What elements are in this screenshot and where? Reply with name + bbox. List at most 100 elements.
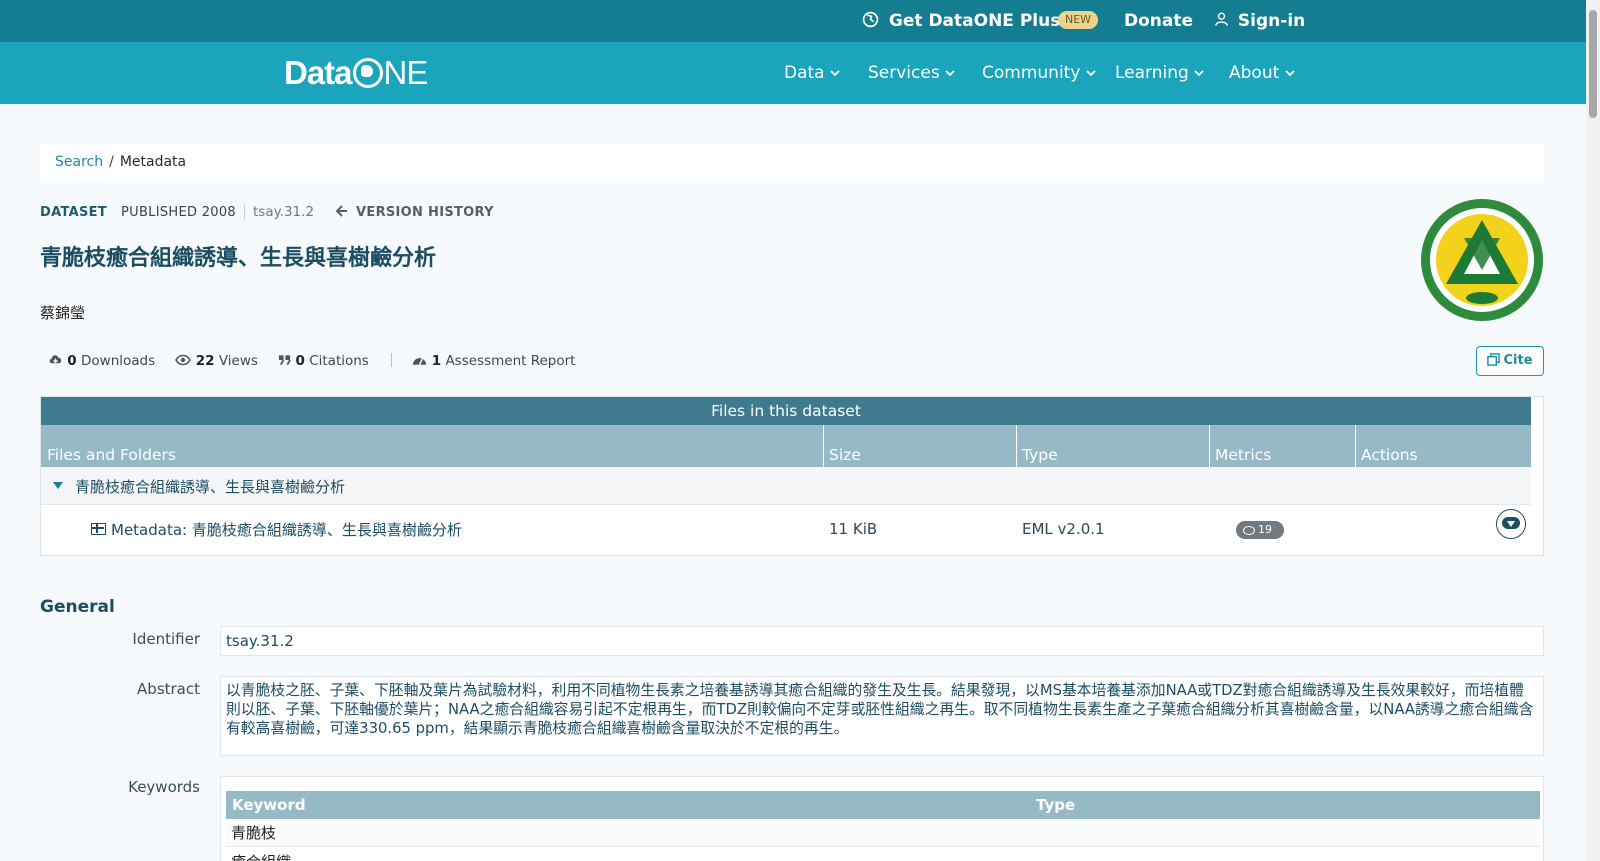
views-count: 22 [195, 353, 215, 369]
col-size[interactable]: Size [829, 446, 861, 464]
nav-data-label: Data [784, 63, 825, 83]
download-button[interactable] [1496, 509, 1526, 539]
chevron-down-icon [1285, 70, 1295, 77]
cloud-download-icon [49, 355, 62, 364]
dataset-title: 青脆枝癒合組織誘導、生長與喜樹鹼分析 [40, 246, 437, 271]
new-badge: NEW [1058, 11, 1099, 29]
dataset-author[interactable]: 蔡錦瑩 [40, 302, 85, 323]
general-heading: General [40, 597, 115, 617]
globe-icon [862, 11, 879, 28]
user-icon [1215, 12, 1228, 26]
page-scrollbar[interactable] [1586, 0, 1600, 861]
dataone-logo[interactable]: Data NE [284, 54, 429, 92]
assessment-count: 1 [431, 353, 442, 369]
breadcrumb-current: Metadata [119, 154, 187, 170]
dataset-stats: 0 Downloads 22 Views 0 Citations 1 Asses… [48, 352, 591, 370]
folder-row[interactable]: 青脆枝癒合組織誘導、生長與喜樹鹼分析 [41, 467, 1531, 505]
column-divider [1016, 425, 1017, 467]
stats-divider [391, 353, 393, 367]
chevron-down-icon [1194, 70, 1204, 77]
views-label: Views [218, 353, 258, 369]
citations-stat: 0 Citations [278, 352, 369, 370]
chevron-down-icon [1086, 70, 1096, 77]
nav-services[interactable]: Services [868, 42, 955, 104]
files-table: Files in this dataset Files and Folders … [40, 396, 1544, 556]
logo-text-prefix: Data [284, 54, 353, 91]
version-history-link[interactable]: VERSION HISTORY [335, 205, 494, 221]
nav-about-label: About [1229, 63, 1280, 83]
dataset-type-label: DATASET [40, 205, 107, 220]
downloads-count: 0 [67, 353, 77, 369]
keyword-column-header: Keyword [232, 796, 306, 814]
version-history-label: VERSION HISTORY [356, 205, 494, 220]
abstract-text: 以青脆枝之胚、子葉、下胚軸及葉片為試驗材料，利用不同植物生長素之培養基誘導其癒合… [220, 676, 1544, 756]
col-type[interactable]: Type [1022, 446, 1058, 464]
col-actions: Actions [1361, 446, 1418, 464]
table-row: Metadata: 青脆枝癒合組織誘導、生長與喜樹鹼分析 11 KiB EML … [41, 505, 1531, 555]
keywords-table: Keyword Type 青脆枝 癒合組織 [220, 776, 1544, 861]
nav-learning-label: Learning [1115, 63, 1189, 83]
column-divider [1355, 425, 1356, 467]
chevron-down-icon [945, 70, 955, 77]
col-metrics[interactable]: Metrics [1215, 446, 1271, 464]
top-bar: Get DataONE Plus NEW Donate Sign-in [0, 0, 1586, 42]
assessment-report-link[interactable]: 1 Assessment Report [412, 352, 575, 370]
assessment-label: Assessment Report [445, 353, 576, 369]
published-year: PUBLISHED 2008 [120, 205, 237, 220]
arrow-left-icon [335, 205, 348, 217]
file-views-badge: 19 [1236, 521, 1284, 539]
logo-text-suffix: NE [383, 54, 429, 91]
citations-count: 0 [295, 353, 305, 369]
logo-globe-icon [352, 58, 383, 88]
sign-in-label: Sign-in [1237, 11, 1306, 31]
dataset-meta-row: DATASET PUBLISHED 2008 tsay.31.2 VERSION HI… [40, 204, 494, 221]
taiwan-forestry-research-institute-seal [1421, 199, 1543, 321]
nav-community[interactable]: Community [982, 42, 1096, 104]
get-dataone-plus-link[interactable]: Get DataONE Plus [862, 0, 1079, 42]
nav-learning[interactable]: Learning [1115, 42, 1204, 104]
table-icon [91, 523, 106, 535]
caret-down-icon[interactable] [53, 482, 63, 489]
keywords-table-header: Keyword Type [226, 791, 1540, 819]
cite-button[interactable]: Cite [1476, 346, 1544, 376]
files-table-header: Files and Folders Size Type Metrics Acti… [41, 425, 1531, 467]
files-table-caption: Files in this dataset [41, 397, 1531, 425]
identifier-value: tsay.31.2 [220, 626, 1544, 656]
folder-name: 青脆枝癒合組織誘導、生長與喜樹鹼分析 [75, 478, 346, 496]
file-name-link[interactable]: Metadata: 青脆枝癒合組織誘導、生長與喜樹鹼分析 [111, 519, 462, 540]
chevron-down-icon [830, 70, 840, 77]
copy-icon [1487, 353, 1501, 366]
column-divider [1209, 425, 1210, 467]
file-type: EML v2.0.1 [1022, 520, 1105, 538]
downloads-stat: 0 Downloads [48, 352, 155, 370]
download-arrow [1507, 521, 1515, 527]
keywords-label: Keywords [128, 778, 200, 796]
nav-about[interactable]: About [1229, 42, 1295, 104]
citations-label: Citations [309, 353, 369, 369]
views-stat: 22 Views [175, 352, 258, 370]
nav-community-label: Community [982, 63, 1081, 83]
downloads-label: Downloads [81, 353, 156, 369]
file-views-count: 19 [1258, 523, 1272, 536]
breadcrumb-search-link[interactable]: Search [55, 154, 103, 170]
main-nav: Data NE Data Services Community Learning … [0, 42, 1586, 104]
type-column-header: Type [1036, 796, 1076, 814]
gauge-icon [413, 358, 427, 366]
identifier-label: Identifier [132, 630, 200, 648]
sign-in-link[interactable]: Sign-in [1214, 0, 1305, 42]
column-divider [823, 425, 824, 467]
quote-icon [279, 355, 292, 366]
file-size: 11 KiB [829, 520, 878, 538]
nav-services-label: Services [868, 63, 940, 83]
breadcrumb-separator: / [109, 154, 114, 170]
dataset-pid: tsay.31.2 [244, 204, 314, 220]
cite-label: Cite [1503, 353, 1533, 368]
donate-link[interactable]: Donate [1124, 0, 1193, 42]
scrollbar-thumb[interactable] [1589, 10, 1597, 118]
keyword-row: 青脆枝 [226, 819, 1540, 847]
eye-icon [175, 354, 192, 366]
nav-data[interactable]: Data [784, 42, 840, 104]
abstract-label: Abstract [137, 680, 200, 698]
breadcrumb: Search / Metadata [40, 144, 1544, 180]
col-files-and-folders[interactable]: Files and Folders [47, 446, 176, 464]
